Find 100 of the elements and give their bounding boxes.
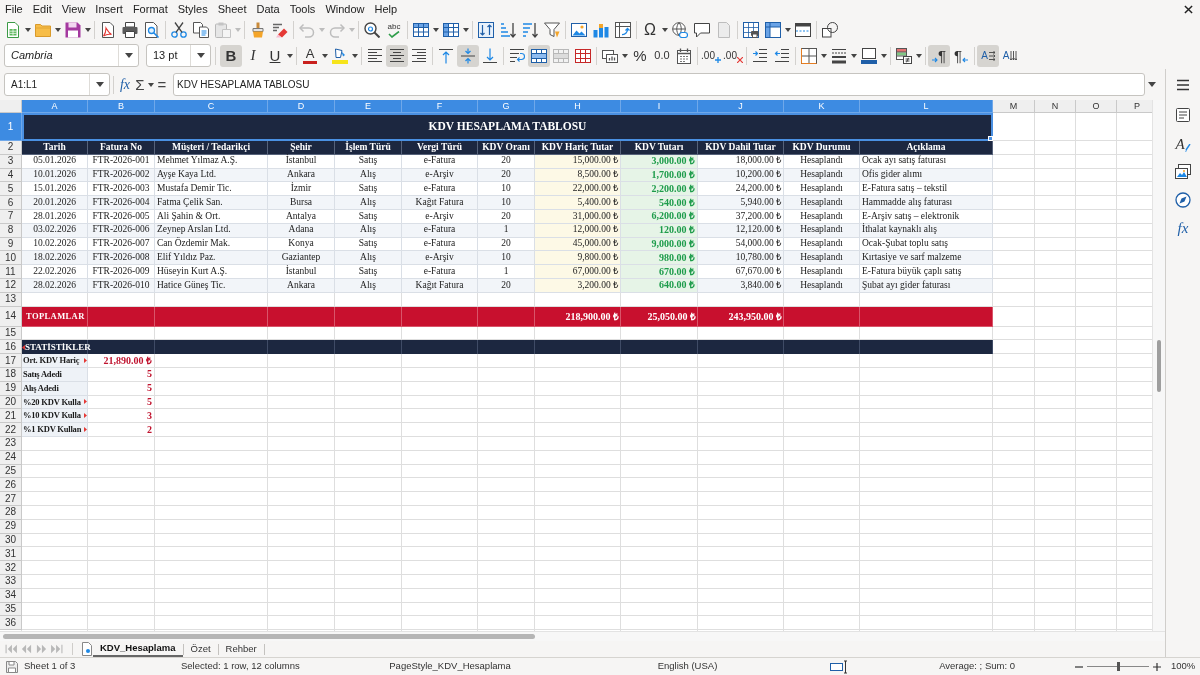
globe-link-icon[interactable] <box>672 22 688 38</box>
sheet-tab[interactable]: Rehber <box>218 641 264 657</box>
zoom-level[interactable]: 100% <box>1171 659 1196 674</box>
scrollbar-thumb[interactable] <box>1157 340 1161 392</box>
image-icon[interactable] <box>571 22 587 38</box>
sort-ascending-icon[interactable] <box>500 22 516 38</box>
row-header[interactable]: 22 <box>0 423 22 437</box>
column-header[interactable]: A <box>22 100 88 113</box>
color-bar-icon[interactable] <box>303 61 317 64</box>
number-format-button[interactable]: 0.0 <box>651 44 673 67</box>
arrows-icon[interactable] <box>1010 50 1018 61</box>
menu-item[interactable]: Insert <box>90 0 128 18</box>
row-header[interactable]: 1 <box>0 113 22 141</box>
column-header[interactable]: D <box>268 100 335 113</box>
x-icon[interactable] <box>736 56 743 63</box>
left-to-right-button[interactable]: ¶ <box>928 44 950 67</box>
menu-item[interactable]: Tools <box>284 0 321 18</box>
caret-icon[interactable] <box>148 82 154 87</box>
arrow-icon[interactable] <box>962 56 969 63</box>
freeze-panes-icon[interactable] <box>765 22 781 38</box>
caret-icon[interactable] <box>124 53 133 58</box>
check-icon[interactable] <box>388 31 400 38</box>
wrap-text-icon[interactable] <box>509 47 525 64</box>
expand-caret-icon[interactable] <box>1148 82 1156 87</box>
caret-icon[interactable] <box>287 53 293 58</box>
properties-icon[interactable] <box>1175 107 1191 123</box>
caret-icon[interactable] <box>433 28 439 32</box>
clipboard-icon[interactable] <box>215 22 231 38</box>
column-header[interactable]: I <box>621 100 698 113</box>
caret-icon[interactable] <box>851 53 857 58</box>
font-color-button[interactable]: A <box>299 44 321 67</box>
menu-item[interactable]: Styles <box>172 0 213 18</box>
menu-item[interactable]: Help <box>369 0 403 18</box>
row-header[interactable]: 27 <box>0 492 22 506</box>
caret-icon[interactable] <box>55 28 61 32</box>
scrollbar-thumb[interactable] <box>3 634 535 639</box>
column-header[interactable]: O <box>1076 100 1117 113</box>
unmerge-cells-icon[interactable] <box>575 47 591 64</box>
selection-mode-icon[interactable] <box>830 658 848 675</box>
caret-icon[interactable] <box>622 53 628 58</box>
italic-button[interactable]: I <box>242 44 264 67</box>
bold-button[interactable]: B <box>220 44 242 67</box>
sort-descending-icon[interactable] <box>522 22 538 38</box>
pivot-table-icon[interactable] <box>615 22 631 38</box>
arrows-icon[interactable] <box>988 50 995 61</box>
money-icon[interactable] <box>602 47 618 64</box>
plus-icon[interactable] <box>714 56 721 63</box>
merge-cells-icon[interactable] <box>553 47 569 64</box>
caret-icon[interactable] <box>95 82 104 87</box>
bar-chart-icon[interactable] <box>593 22 609 38</box>
borders-icon[interactable] <box>801 47 817 64</box>
highlighter-icon[interactable] <box>332 47 348 64</box>
caret-icon[interactable] <box>662 28 668 32</box>
sort-icon[interactable] <box>478 22 494 38</box>
column-header[interactable]: C <box>155 100 268 113</box>
percent-format-button[interactable]: % <box>629 44 651 67</box>
column-header[interactable]: J <box>698 100 784 113</box>
special-character-button[interactable]: Ω <box>639 19 661 41</box>
column-header[interactable]: M <box>993 100 1035 113</box>
funnel-icon[interactable] <box>544 22 560 38</box>
conditional-format-icon[interactable] <box>896 47 912 64</box>
row-header[interactable]: 32 <box>0 561 22 575</box>
copy-icon[interactable] <box>193 22 209 38</box>
close-icon[interactable] <box>1184 4 1193 14</box>
row-header[interactable]: 26 <box>0 478 22 493</box>
font-size-field[interactable]: 13 pt <box>146 44 211 67</box>
caret-icon[interactable] <box>322 53 328 58</box>
formula-input-field[interactable]: KDV HESAPLAMA TABLOSU <box>173 73 1145 96</box>
scissors-icon[interactable] <box>171 22 187 38</box>
row-header[interactable]: 36 <box>0 616 22 631</box>
column-header[interactable]: P <box>1117 100 1152 113</box>
printer-icon[interactable] <box>122 22 138 38</box>
column-header[interactable]: L <box>860 100 993 113</box>
speech-bubble-icon[interactable] <box>694 22 710 38</box>
row-header[interactable]: 16 <box>0 340 22 355</box>
row-header[interactable]: 14 <box>0 306 22 327</box>
menu-item[interactable]: Data <box>251 0 285 18</box>
column-header[interactable]: G <box>478 100 535 113</box>
function-wizard-button[interactable]: fx <box>117 73 133 96</box>
slider-thumb[interactable] <box>1116 662 1120 671</box>
delete-decimal-button[interactable]: .00 <box>722 44 744 67</box>
right-to-left-button[interactable]: ¶ <box>950 44 972 67</box>
caret-icon[interactable] <box>463 28 469 32</box>
formula-button[interactable]: = <box>155 73 169 96</box>
table-columns-icon[interactable] <box>443 22 459 38</box>
border-color-icon[interactable] <box>861 47 877 64</box>
caret-icon[interactable] <box>352 53 358 58</box>
row-header[interactable]: 21 <box>0 409 22 424</box>
caret-icon[interactable] <box>881 53 887 58</box>
document-export-icon[interactable] <box>100 22 116 38</box>
caret-icon[interactable] <box>196 53 205 58</box>
row-header[interactable]: 2 <box>0 141 22 155</box>
fill-handle-icon[interactable] <box>988 136 993 141</box>
shapes-icon[interactable] <box>822 22 838 38</box>
caret-icon[interactable] <box>785 28 791 32</box>
row-header[interactable]: 10 <box>0 251 22 266</box>
row-header[interactable]: 5 <box>0 182 22 197</box>
underline-button[interactable]: U <box>264 44 286 67</box>
column-header[interactable]: F <box>402 100 478 113</box>
caret-icon[interactable] <box>25 28 31 32</box>
